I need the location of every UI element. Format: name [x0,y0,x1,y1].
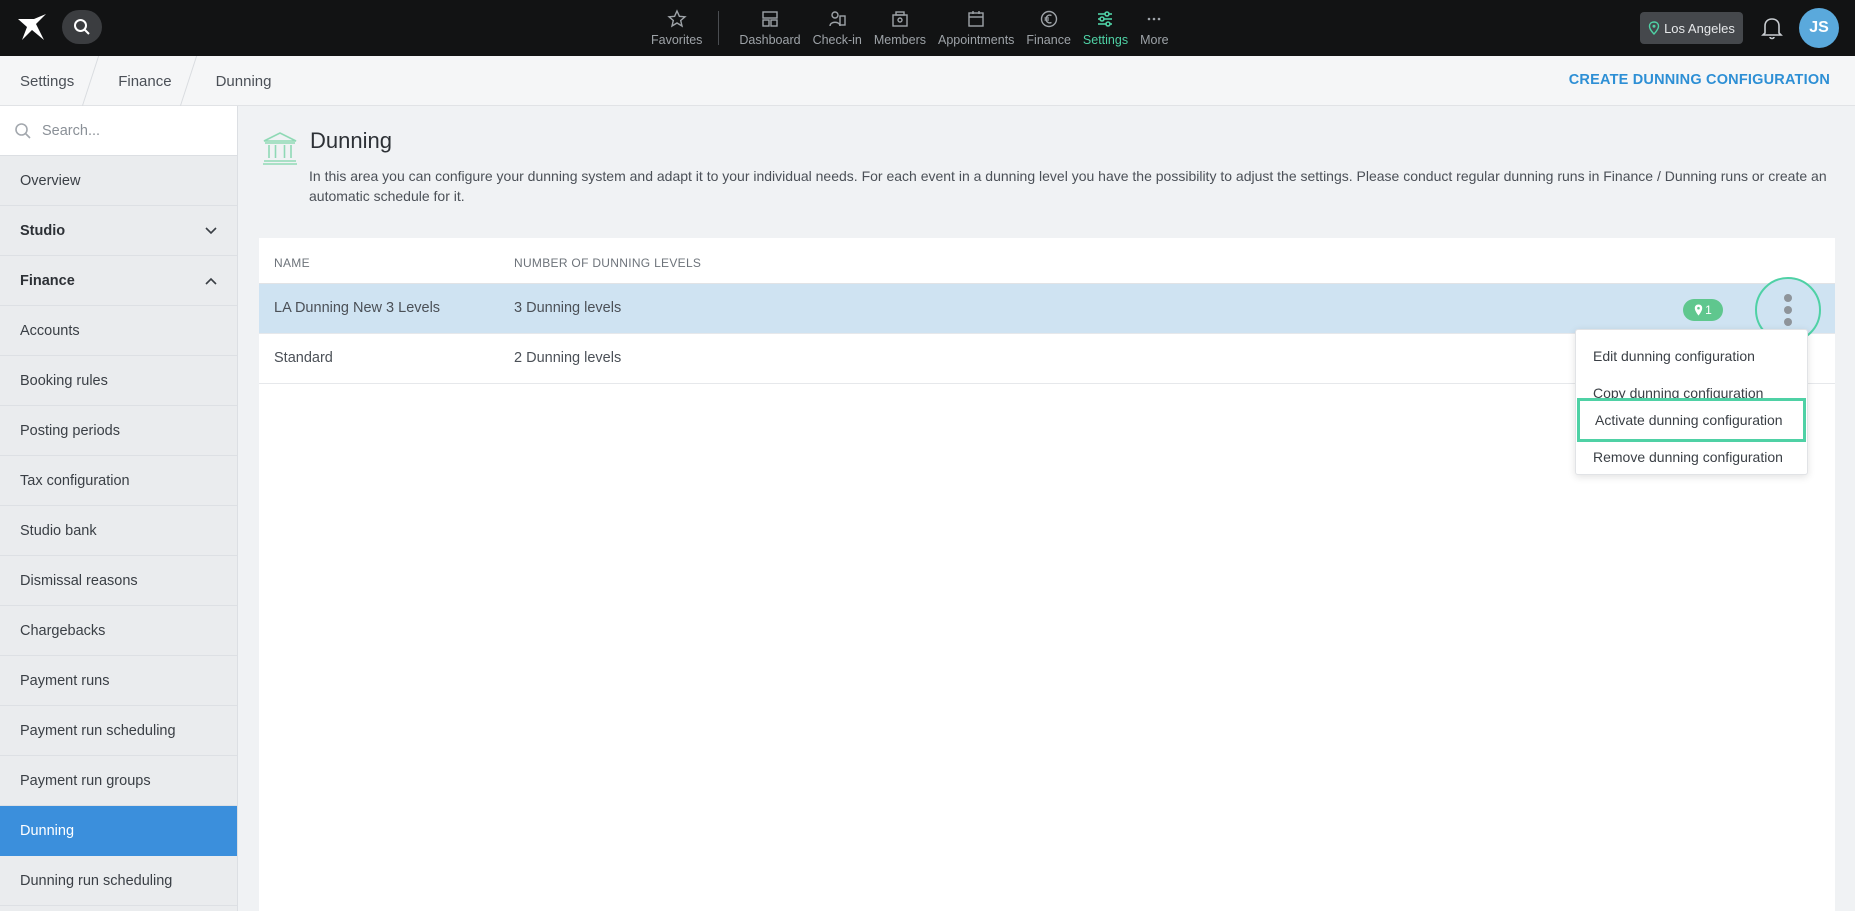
search-icon [74,19,90,35]
sidebar-item-finance[interactable]: Finance [0,256,237,306]
app-logo-icon[interactable] [14,10,50,46]
remove-dunning-configuration-menu-item[interactable]: Remove dunning configuration [1576,439,1809,475]
page-title: Dunning [310,128,392,153]
sidebar-item-tax-configuration[interactable]: Tax configuration [0,456,237,506]
dashboard-icon [762,11,778,27]
main-content: Dunning In this area you can configure y… [238,106,1855,911]
nav-check-in[interactable]: Check-in [807,0,868,56]
nav-label: Finance [1026,33,1071,47]
nav-label: Appointments [937,33,1015,47]
table-row[interactable]: LA Dunning New 3 Levels 3 Dunning levels… [259,277,1835,343]
sidebar-search-input[interactable]: Search... [0,106,237,156]
main-nav: Favorites Dashboard Check-in Members App… [645,0,1175,56]
breadcrumb-finance[interactable]: Finance [98,56,195,106]
euro-icon [1040,10,1057,28]
breadcrumb-bar: Settings Finance Dunning CREATE DUNNING … [0,56,1855,106]
global-search-button[interactable] [62,10,102,44]
search-icon [15,122,31,139]
sidebar-item-label: Chargebacks [20,622,106,639]
nav-divider [718,11,720,45]
breadcrumb: Settings Finance Dunning [0,56,295,106]
star-icon [666,9,687,28]
row-levels: 3 Dunning levels [514,300,622,316]
column-header-dunning-levels[interactable]: NUMBER OF DUNNING LEVELS [514,256,701,270]
edit-dunning-configuration-menu-item[interactable]: Edit dunning configuration [1576,338,1809,374]
sidebar-item-label: Accounts [20,322,80,339]
sidebar-item-payment-run-groups[interactable]: Payment run groups [0,756,237,806]
sliders-icon [1098,11,1113,27]
sidebar-item-payment-run-scheduling[interactable]: Payment run scheduling [0,706,237,756]
sidebar-item-studio[interactable]: Studio [0,206,237,256]
page-description: In this area you can configure your dunn… [309,168,1827,204]
sidebar-item-label: Payment runs [20,672,110,689]
chevron-up-icon [205,277,217,285]
nav-settings[interactable]: Settings [1077,0,1134,56]
sidebar-item-accounts[interactable]: Accounts [0,306,237,356]
sidebar-item-studio-bank[interactable]: Studio bank [0,506,237,556]
nav-more[interactable]: More [1134,0,1174,56]
kebab-dot-icon [1784,294,1792,302]
nav-label: More [1140,33,1169,47]
sidebar-item-label: Dunning run scheduling [20,872,173,889]
sidebar-item-chargebacks[interactable]: Chargebacks [0,606,237,656]
nav-label: Favorites [651,33,703,47]
badge-count: 1 [1705,303,1712,317]
row-name: Standard [274,350,333,366]
bank-icon [263,132,297,165]
user-avatar[interactable]: JS [1799,8,1839,48]
kebab-dot-icon [1784,306,1792,314]
members-icon [892,11,908,27]
row-levels: 2 Dunning levels [514,350,622,366]
settings-sidebar: Search... Overview Studio Finance Accoun… [0,106,238,911]
nav-label: Check-in [812,33,862,47]
sidebar-item-dunning[interactable]: Dunning [0,806,237,856]
nav-dashboard[interactable]: Dashboard [733,0,806,56]
sidebar-item-label: Dismissal reasons [20,572,138,589]
check-in-icon [829,11,846,27]
sidebar-item-label: Dunning [20,822,75,839]
location-selector[interactable]: Los Angeles [1640,12,1743,44]
activate-dunning-configuration-menu-item[interactable]: Activate dunning configuration [1577,398,1806,442]
sidebar-item-label: Overview [20,172,81,189]
notifications-bell-icon[interactable] [1760,14,1784,42]
nav-label: Settings [1082,33,1129,47]
chevron-down-icon [205,226,217,234]
sidebar-item-label: Booking rules [20,372,108,389]
more-dots-icon [1148,17,1161,21]
location-pin-icon [1648,21,1660,35]
kebab-dot-icon [1784,318,1792,326]
column-header-name[interactable]: NAME [274,256,310,270]
sidebar-item-label: Tax configuration [20,472,130,489]
location-count-badge: 1 [1683,299,1723,321]
sidebar-item-label: Studio bank [20,522,97,539]
table-header: NAME NUMBER OF DUNNING LEVELS [259,238,1835,284]
sidebar-item-overview[interactable]: Overview [0,156,237,206]
create-dunning-configuration-button[interactable]: CREATE DUNNING CONFIGURATION [1569,72,1830,88]
breadcrumb-dunning: Dunning [196,56,296,106]
sidebar-item-label: Finance [20,272,75,289]
sidebar-item-label: Studio [20,222,66,239]
sidebar-item-label: Payment run scheduling [20,722,176,739]
nav-finance[interactable]: Finance [1020,0,1076,56]
sidebar-item-payment-runs[interactable]: Payment runs [0,656,237,706]
sidebar-item-dismissal-reasons[interactable]: Dismissal reasons [0,556,237,606]
nav-label: Dashboard [739,33,801,47]
sidebar-item-label: Posting periods [20,422,120,439]
nav-appointments[interactable]: Appointments [932,0,1020,56]
sidebar-item-label: Payment run groups [20,772,151,789]
sidebar-item-booking-rules[interactable]: Booking rules [0,356,237,406]
sidebar-item-posting-periods[interactable]: Posting periods [0,406,237,456]
row-actions-menu: Edit dunning configuration Copy dunning … [1575,329,1808,475]
nav-members[interactable]: Members [868,0,932,56]
nav-favorites[interactable]: Favorites [645,0,708,56]
calendar-icon [968,11,984,27]
location-label: Los Angeles [1664,20,1735,36]
location-pin-icon [1694,304,1703,316]
top-navigation-bar: Favorites Dashboard Check-in Members App… [0,0,1855,56]
row-name: LA Dunning New 3 Levels [274,300,441,316]
sidebar-item-dunning-run-scheduling[interactable]: Dunning run scheduling [0,856,237,906]
nav-label: Members [873,33,926,47]
sidebar-search-placeholder: Search... [42,122,101,139]
